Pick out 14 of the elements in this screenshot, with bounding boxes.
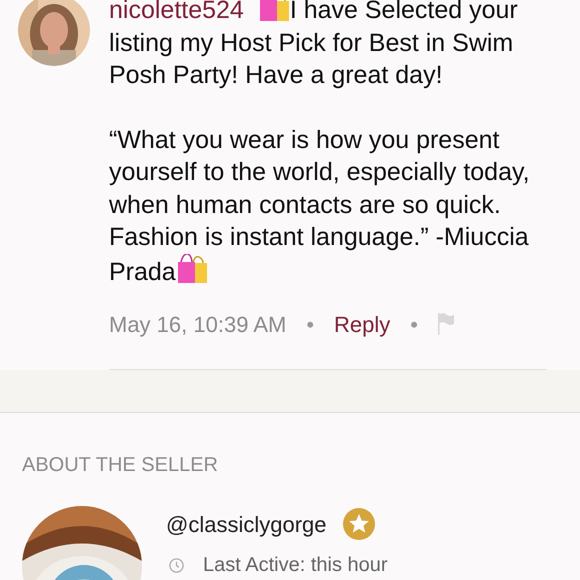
reply-link[interactable]: Reply [334,308,390,340]
seller-username[interactable]: @classiclygorge [166,508,326,540]
section-heading: ABOUT THE SELLER [22,453,219,478]
comment-text: “What you wear is how you present yourself to the world, especially today, when human contacts are so quick. Fashion is instant language.” -Miuccia Prada [109,124,531,288]
shopping-bags-icon [258,0,290,22]
clock-icon [169,558,184,572]
separator-dot: • [306,310,314,338]
comment-text: nicolette524 I have Selected your listing my Host Pick for Best in Swim Posh Party! Have a great day! [109,0,519,91]
flag-icon[interactable] [438,313,454,335]
separator-dot: • [410,310,418,338]
last-active-text: Last Active: this hour [203,553,388,578]
username-link[interactable]: nicolette524 [109,0,244,24]
shopping-bags-icon [176,254,208,284]
comment-timestamp: May 16, 10:39 AM [109,310,286,339]
